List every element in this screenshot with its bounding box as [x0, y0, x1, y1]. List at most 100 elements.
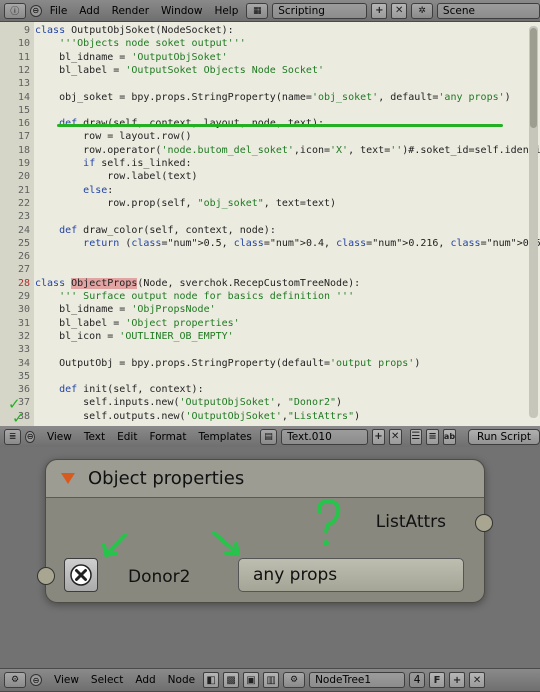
code-line[interactable]: 11 bl_idname = 'OutputObjSoket' — [0, 51, 540, 64]
code-line[interactable]: 34 OutputObj = bpy.props.StringProperty(… — [0, 357, 540, 370]
code-line[interactable]: 28 class ObjectProps(Node, sverchok.Recep… — [0, 277, 540, 290]
editor-type-button[interactable]: ⚙ — [4, 672, 26, 688]
code-line[interactable]: 12 bl_label = 'OutputSoket Objects Node … — [0, 64, 540, 77]
menu-format[interactable]: Format — [145, 431, 190, 443]
menu-templates[interactable]: Templates — [194, 431, 255, 443]
line-number: 33 — [17, 344, 30, 356]
collapse-menus-icon[interactable]: ⊖ — [30, 674, 42, 686]
editor-type-button[interactable]: ≣ — [4, 428, 22, 445]
code-line[interactable]: 26 — [0, 250, 540, 263]
menu-text[interactable]: Text — [80, 431, 109, 443]
collapse-menus-icon[interactable]: ⊖ — [25, 430, 35, 443]
code-line[interactable]: 20 row.label(text) — [0, 170, 540, 183]
line-code: OutputObj = bpy.props.StringProperty(def… — [35, 357, 421, 369]
code-line[interactable]: 24 def draw_color(self, context, node): — [0, 224, 540, 237]
line-number: 23 — [17, 211, 30, 223]
line-number: 30 — [17, 304, 30, 316]
line-number: 29 — [17, 291, 30, 302]
code-line[interactable]: 15 — [0, 104, 540, 117]
menu-edit[interactable]: Edit — [113, 431, 141, 443]
code-line[interactable]: 30 bl_idname = 'ObjPropsNode' — [0, 303, 540, 316]
menu-view[interactable]: View — [43, 431, 76, 443]
code-line[interactable]: 22 row.prop(self, "obj_soket", text=text… — [0, 197, 540, 210]
info-header: ⓘ ⊖ File Add Render Window Help ▦ Script… — [0, 0, 540, 22]
line-number: 26 — [17, 251, 30, 263]
code-line[interactable]: 25 return (class="num">0.5, class="num">… — [0, 237, 540, 250]
code-line[interactable]: 27 — [0, 263, 540, 276]
node-tree-browse-button[interactable]: ⚙ — [283, 672, 306, 688]
text-editor-header: ≣ ⊖ View Text Edit Format Templates ▤ Te… — [0, 426, 540, 448]
layout-name-field[interactable]: Scripting — [272, 2, 368, 19]
layout-icon: ▦ — [253, 5, 262, 16]
menu-add[interactable]: Add — [75, 5, 103, 17]
remove-layout-icon[interactable]: ✕ — [391, 2, 408, 19]
line-number: 32 — [17, 330, 30, 342]
line-number: 35 — [17, 370, 30, 382]
code-line[interactable]: 23 — [0, 210, 540, 223]
scene-name-field[interactable]: Scene — [436, 2, 540, 19]
editor-type-button[interactable]: ⓘ — [4, 2, 26, 19]
line-code: class OutputObjSoket(NodeSocket): — [35, 25, 234, 36]
users-count[interactable]: 4 — [409, 672, 426, 688]
code-line[interactable]: 17 row = layout.row() — [0, 130, 540, 143]
code-line[interactable]: 13 — [0, 77, 540, 90]
scrollbar-thumb[interactable] — [530, 28, 537, 128]
node-editor[interactable]: Object properties ListAttrs Donor2 any p… — [0, 447, 540, 668]
text-editor[interactable]: 9 class OutputObjSoket(NodeSocket): 10 '''… — [0, 22, 540, 426]
line-number: 11 — [17, 51, 30, 63]
unlink-text-icon[interactable]: ✕ — [388, 428, 402, 445]
shader-tree-icon[interactable]: ◧ — [203, 672, 220, 688]
menu-view[interactable]: View — [50, 674, 83, 686]
custom-tree-icon[interactable]: ▥ — [263, 672, 280, 688]
menu-add[interactable]: Add — [131, 674, 159, 686]
menu-render[interactable]: Render — [108, 5, 153, 17]
text-file-icon: ▤ — [264, 431, 273, 442]
annotation-marks — [102, 498, 341, 557]
code-line[interactable]: 14 obj_soket = bpy.props.StringProperty(… — [0, 91, 540, 104]
code-line[interactable]: 21 else: — [0, 184, 540, 197]
code-line[interactable]: 29 ''' Surface output node for basics de… — [0, 290, 540, 303]
menu-node[interactable]: Node — [164, 674, 199, 686]
run-script-button[interactable]: Run Script — [468, 428, 540, 445]
line-number: 28 — [17, 277, 30, 289]
line-code: def init(self, context): — [59, 384, 204, 396]
layout-selector-button[interactable]: ▦ — [246, 2, 269, 19]
code-line[interactable]: 18 row.operator('node.butom_del_soket',i… — [0, 144, 540, 157]
node-tree-name-field[interactable]: NodeTree1 — [309, 672, 406, 688]
text-name-field[interactable]: Text.010 — [281, 428, 369, 445]
line-number: 21 — [17, 184, 30, 196]
code-line[interactable]: 33 — [0, 343, 540, 356]
new-text-icon[interactable]: + — [372, 428, 385, 445]
line-number: 12 — [17, 64, 30, 76]
line-numbers-toggle-icon[interactable]: ☰ — [409, 428, 423, 445]
texture-tree-icon[interactable]: ▩ — [223, 672, 240, 688]
code-line[interactable]: 38 self.outputs.new('OutputObjSoket',"Li… — [0, 410, 540, 423]
code-line[interactable]: 36 def init(self, context): — [0, 383, 540, 396]
code-line[interactable]: 19 if self.is_linked: — [0, 157, 540, 170]
code-line[interactable]: 32 bl_icon = 'OUTLINER_OB_EMPTY' — [0, 330, 540, 343]
menu-help[interactable]: Help — [210, 5, 242, 17]
menu-file[interactable]: File — [46, 5, 72, 17]
menu-select[interactable]: Select — [87, 674, 127, 686]
node-tree-icon: ⚙ — [290, 675, 299, 685]
line-number: 16 — [17, 118, 30, 130]
line-number: 19 — [17, 158, 30, 169]
syntax-highlight-toggle-icon[interactable]: ab — [442, 428, 457, 445]
collapse-menus-icon[interactable]: ⊖ — [29, 4, 42, 17]
code-line[interactable]: 31 bl_label = 'Object properties' — [0, 317, 540, 330]
code-line[interactable]: 9 class OutputObjSoket(NodeSocket): — [0, 24, 540, 37]
code-line[interactable]: 10 '''Objects node soket output''' — [0, 37, 540, 50]
text-browse-button[interactable]: ▤ — [259, 428, 278, 445]
code-line[interactable]: 35 — [0, 370, 540, 383]
add-layout-icon[interactable]: + — [371, 2, 388, 19]
line-code: bl_idname = 'ObjPropsNode' — [35, 304, 216, 316]
word-wrap-toggle-icon[interactable]: ≡ — [426, 428, 439, 445]
scene-selector-button[interactable]: ✲ — [411, 2, 433, 19]
code-line[interactable]: 37 self.inputs.new('OutputObjSoket', "Do… — [0, 396, 540, 409]
fake-user-toggle[interactable]: F — [429, 672, 446, 688]
line-code: else: — [83, 184, 114, 196]
menu-window[interactable]: Window — [157, 5, 206, 17]
remove-tree-icon[interactable]: ✕ — [469, 672, 486, 688]
compositing-tree-icon[interactable]: ▣ — [243, 672, 260, 688]
add-tree-icon[interactable]: + — [449, 672, 466, 688]
